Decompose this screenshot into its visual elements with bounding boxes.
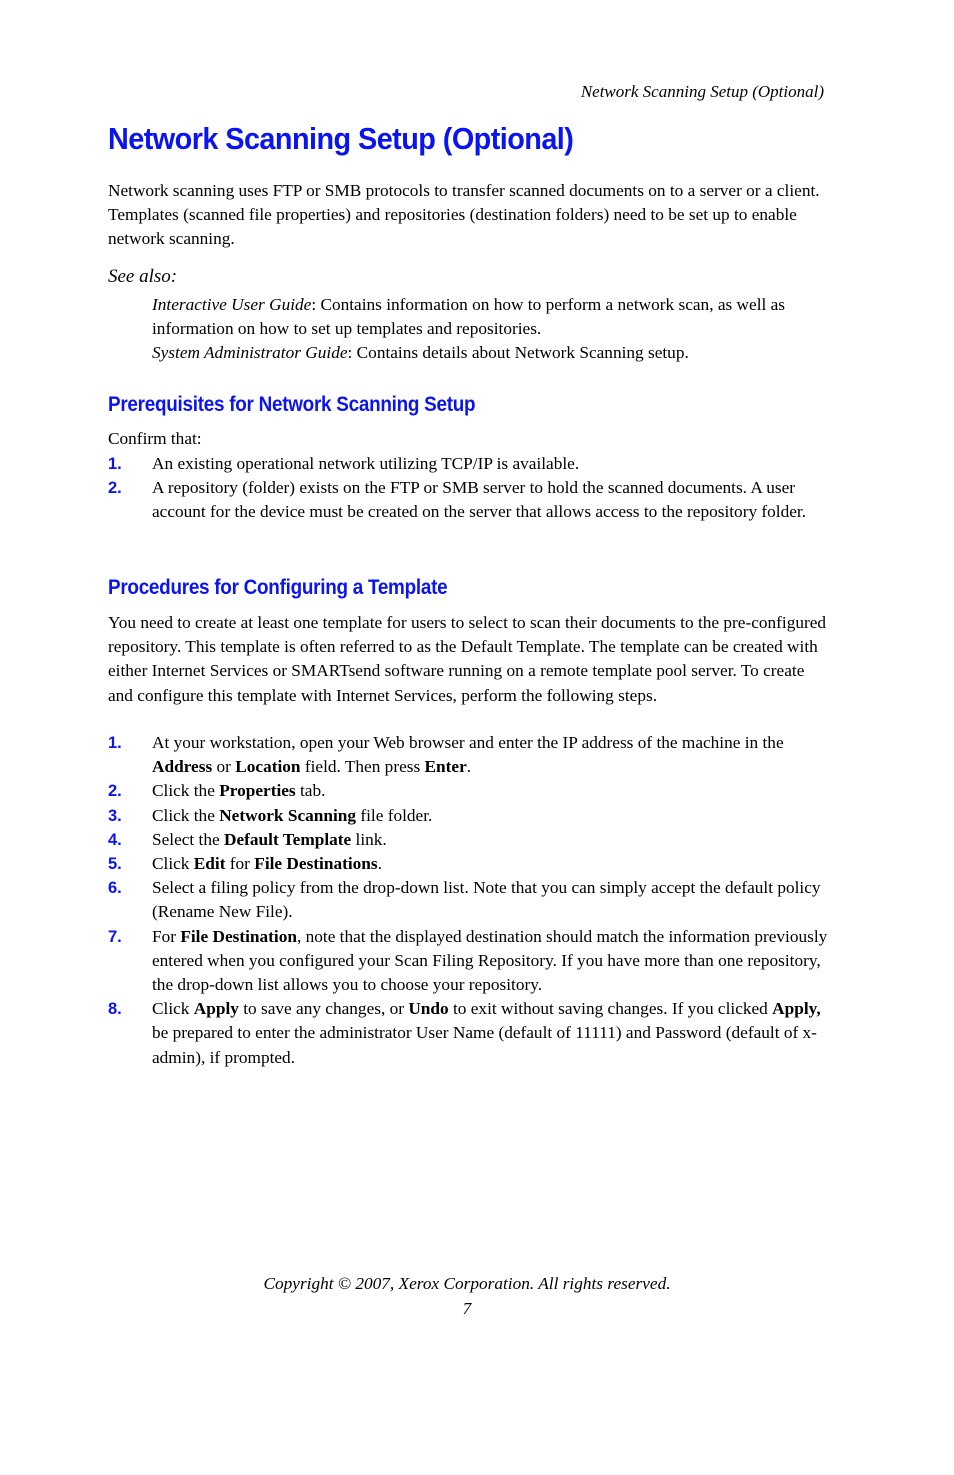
prerequisites-lead: Confirm that: <box>108 429 202 448</box>
step-number: 8. <box>108 1000 122 1019</box>
step-number: 6. <box>108 879 122 898</box>
ui-term: Edit <box>193 854 226 874</box>
list-item: 7. For File Destination, note that the di… <box>108 925 828 998</box>
step-text: A repository (folder) exists on the FTP … <box>152 478 807 522</box>
list-item: 4. Select the Default Template link. <box>108 828 828 852</box>
step-text: Click <box>152 999 194 1019</box>
ui-term: Apply <box>193 999 239 1019</box>
step-text: For <box>152 926 181 946</box>
ui-term: Properties <box>219 781 296 801</box>
step-text: to exit without saving changes. If you c… <box>448 999 773 1019</box>
list-item: 6. Select a filing policy from the drop-d… <box>108 876 828 924</box>
step-text: link. <box>351 829 387 849</box>
ui-term: File Destination <box>180 926 297 946</box>
step-text: file folder. <box>356 805 433 825</box>
page-number: 7 <box>462 1299 472 1318</box>
ui-term: Network Scanning <box>219 805 357 825</box>
guide-title: System Administrator Guide <box>152 343 348 362</box>
document-page: Network Scanning Setup (Optional) Networ… <box>0 0 954 1475</box>
step-text: be prepared to enter the administrator U… <box>152 1023 817 1067</box>
step-number: 4. <box>108 830 122 849</box>
procedures-list: 1. At your workstation, open your Web bro… <box>108 731 828 1070</box>
step-number: 2. <box>108 479 122 498</box>
step-text: for <box>225 854 255 874</box>
section-heading-procedures: Procedures for Configuring a Template <box>108 576 448 599</box>
ui-term: Undo <box>408 999 449 1019</box>
step-text: Click <box>152 854 194 874</box>
step-number: 7. <box>108 927 122 946</box>
guide-title: Interactive User Guide <box>152 295 312 314</box>
list-item: 1. At your workstation, open your Web bro… <box>108 731 828 779</box>
step-text: Click the <box>152 781 220 801</box>
running-header: Network Scanning Setup (Optional) <box>580 82 824 101</box>
list-item: 8. Click Apply to save any changes, or Un… <box>108 997 828 1070</box>
ui-term: Default Template <box>223 829 352 849</box>
step-text: . <box>466 757 472 777</box>
step-text: tab. <box>295 781 326 801</box>
step-number: 2. <box>108 782 122 801</box>
ui-term: Location <box>235 757 301 777</box>
step-text: or <box>212 757 236 777</box>
step-text: At your workstation, open your Web brows… <box>152 733 784 752</box>
step-number: 1. <box>108 455 122 473</box>
section-heading-prerequisites: Prerequisites for Network Scanning Setup <box>108 393 476 416</box>
copyright-footer: Copyright © 2007, Xerox Corporation. All… <box>263 1274 671 1293</box>
prerequisites-list: 1. An existing operational network utiliz… <box>108 452 828 525</box>
step-text: Select the <box>152 829 224 849</box>
ui-term: Enter <box>424 757 467 777</box>
ui-term: Address <box>152 757 213 777</box>
list-item: 2. Click the Properties tab. <box>108 779 828 803</box>
step-text: An existing operational network utilizin… <box>152 454 580 473</box>
step-number: 3. <box>108 806 122 825</box>
see-also-label: See also: <box>108 266 178 287</box>
list-item: 2. A repository (folder) exists on the FT… <box>108 476 828 524</box>
step-number: 5. <box>108 855 122 874</box>
list-item: 1. An existing operational network utiliz… <box>108 452 828 476</box>
procedures-intro: You need to create at least one template… <box>108 613 827 705</box>
intro-paragraph: Network scanning uses FTP or SMB protoco… <box>108 181 820 249</box>
list-item: 3. Click the Network Scanning file folder… <box>108 804 828 828</box>
step-text: Select a filing policy from the drop-dow… <box>152 878 821 922</box>
list-item: 5. Click Edit for File Destinations. <box>108 852 828 876</box>
step-text: . <box>377 854 382 874</box>
see-also-item: System Administrator Guide: Contains det… <box>152 341 832 365</box>
ui-term: Apply, <box>772 999 821 1019</box>
guide-description: : Contains details about Network Scannin… <box>347 343 689 362</box>
step-text: Click the <box>152 805 220 825</box>
step-text: field. Then press <box>300 757 425 777</box>
page-title: Network Scanning Setup (Optional) <box>108 121 574 156</box>
ui-term: File Destinations <box>254 854 378 874</box>
step-text: to save any changes, or <box>238 999 409 1019</box>
step-number: 1. <box>108 734 122 752</box>
see-also-item: Interactive User Guide: Contains informa… <box>152 293 832 341</box>
